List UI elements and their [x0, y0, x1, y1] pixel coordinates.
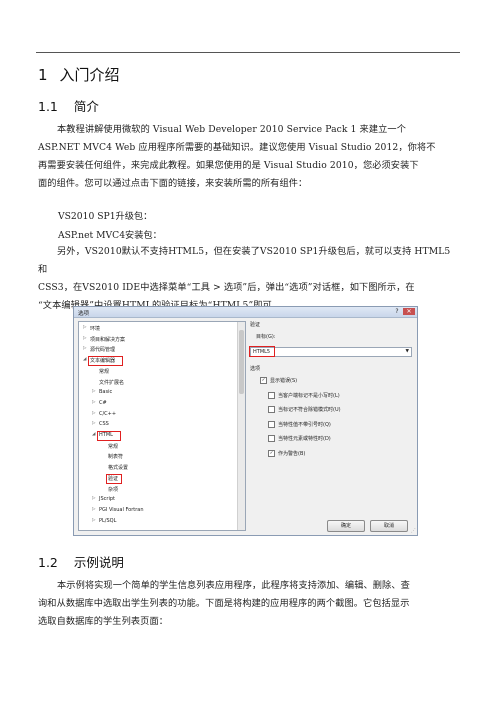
- options-group-label: 选项: [250, 366, 261, 372]
- checked-box-icon[interactable]: ✓: [268, 449, 275, 457]
- tree-item[interactable]: 杂项: [108, 486, 118, 493]
- highlight-target: [249, 346, 275, 357]
- help-icon[interactable]: ?: [393, 308, 401, 315]
- tree-item[interactable]: Basic: [99, 389, 112, 395]
- validation-checkbox[interactable]: ✓ 显示错误(S): [260, 377, 297, 384]
- highlight-box: [97, 431, 121, 441]
- tree-expander-icon[interactable]: ▷: [92, 507, 95, 512]
- tree-expander-icon[interactable]: ▷: [92, 518, 95, 523]
- tree-item[interactable]: 源代码管理: [90, 346, 115, 353]
- checkbox-label: 当客户端标记不是小写时(L): [278, 392, 340, 399]
- chapter-heading: 1 入门介绍: [38, 66, 120, 84]
- tree-item[interactable]: 文件扩展名: [99, 379, 124, 386]
- tree-expander-icon[interactable]: ▷: [92, 421, 95, 426]
- unchecked-box-icon[interactable]: [268, 420, 275, 428]
- validation-checkbox[interactable]: 当特性元素或特性时(D): [268, 435, 331, 442]
- sp1-link[interactable]: VS2010 SP1升级包：: [58, 208, 152, 222]
- scrollbar-thumb[interactable]: [239, 330, 244, 394]
- tree-scrollbar[interactable]: [237, 322, 245, 530]
- validation-checkbox[interactable]: 当客户端标记不是小写时(L): [268, 391, 340, 399]
- validation-checkbox[interactable]: ✓ 作为警告(B): [268, 449, 306, 457]
- dialog-title: 选项: [78, 311, 90, 317]
- html5-paragraph: 另外，VS2010默认不支持HTML5，但在安装了VS2010 SP1升级包后，…: [38, 246, 451, 311]
- section-heading-intro: 1.1 简介: [38, 99, 99, 114]
- dropdown-arrow-icon: ▼: [405, 349, 409, 354]
- options-tree[interactable]: ▷ 环境 ▷ 项目和解决方案 ▷ 源代码管理 ◢ 文本编辑器 常规 文件扩展名 ▷ Basic ▷ C# ▷…: [78, 321, 246, 531]
- intro-paragraph: 本教程讲解使用微软的 Visual Web Developer 2010 Ser…: [38, 124, 436, 189]
- tree-expander-icon[interactable]: ▷: [83, 325, 86, 330]
- ok-button[interactable]: 确定: [327, 520, 365, 532]
- tree-item[interactable]: 常规: [108, 443, 118, 450]
- checkbox-label: 当标记不符合除错模式时(U): [278, 407, 341, 413]
- header-rule: [36, 52, 460, 53]
- tree-expander-icon[interactable]: ◢: [92, 432, 95, 437]
- tree-item[interactable]: C#: [99, 400, 107, 406]
- tree-item[interactable]: 项目和解决方案: [90, 336, 125, 343]
- checkbox-label: 显示错误(S): [270, 378, 298, 384]
- unchecked-box-icon[interactable]: [268, 406, 275, 413]
- section-heading-example: 1.2 示例说明: [38, 555, 124, 570]
- tree-item[interactable]: CSS: [99, 421, 109, 427]
- tree-item[interactable]: 环境: [90, 325, 100, 332]
- checkbox-label: 当特性值不带引号时(Q): [278, 421, 331, 428]
- options-dialog: 选项 ? ✕ ▷ 环境 ▷ 项目和解决方案 ▷ 源代码管理 ◢ 文本编辑器 常规 文件扩展名 ▷ Ba…: [73, 306, 418, 536]
- tree-item[interactable]: JScript: [99, 496, 115, 502]
- validation-checkbox[interactable]: 当标记不符合除错模式时(U): [268, 406, 341, 413]
- panel-title: 验证: [250, 322, 261, 328]
- tree-expander-icon[interactable]: ▷: [92, 400, 95, 405]
- tree-item[interactable]: PL/SQL: [99, 518, 116, 524]
- checkbox-label: 作为警告(B): [278, 450, 306, 457]
- highlight-box: [88, 356, 123, 367]
- tree-expander-icon[interactable]: ◢: [83, 357, 86, 362]
- target-label: 目标(G):: [256, 334, 276, 340]
- mvc4-link[interactable]: ASP.net MVC4安装包：: [58, 227, 162, 241]
- tree-item[interactable]: 格式设置: [108, 464, 128, 471]
- close-icon[interactable]: ✕: [403, 308, 415, 315]
- tree-item[interactable]: PGI Visual Fortran: [99, 507, 144, 513]
- example-paragraph: 本示例将实现一个简单的学生信息列表应用程序，此程序将支持添加、编辑、删除、查 询…: [38, 580, 410, 627]
- checkbox-label: 当特性元素或特性时(D): [278, 436, 331, 442]
- checked-box-icon[interactable]: ✓: [260, 377, 267, 384]
- tree-item[interactable]: C/C++: [99, 411, 116, 417]
- highlight-box: [106, 473, 122, 484]
- tree-expander-icon[interactable]: ▷: [83, 346, 86, 351]
- unchecked-box-icon[interactable]: [268, 391, 275, 399]
- resize-grip-icon[interactable]: ⋰: [411, 528, 416, 534]
- tree-item[interactable]: 常规: [99, 368, 109, 375]
- tree-expander-icon[interactable]: ▷: [92, 389, 95, 394]
- tree-expander-icon[interactable]: ▷: [92, 411, 95, 416]
- tree-expander-icon[interactable]: ▷: [92, 496, 95, 501]
- validation-checkbox[interactable]: 当特性值不带引号时(Q): [268, 420, 331, 428]
- unchecked-box-icon[interactable]: [268, 435, 275, 442]
- tree-expander-icon[interactable]: ▷: [83, 336, 86, 341]
- tree-item[interactable]: 制表符: [108, 453, 123, 460]
- cancel-button[interactable]: 取消: [370, 520, 408, 532]
- dialog-titlebar: 选项 ? ✕: [74, 307, 417, 318]
